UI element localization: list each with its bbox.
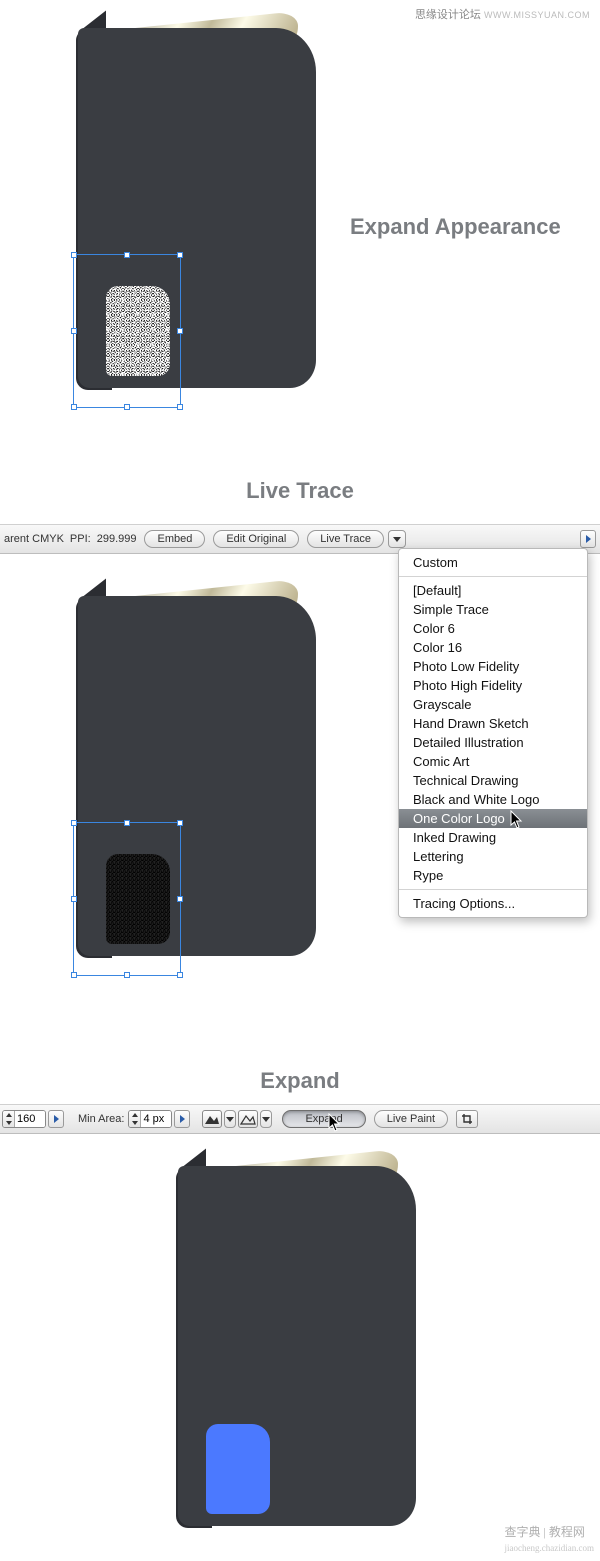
preset-photo-low[interactable]: Photo Low Fidelity [399, 657, 587, 676]
preset-detailed[interactable]: Detailed Illustration [399, 733, 587, 752]
live-paint-button[interactable]: Live Paint [374, 1110, 448, 1128]
selection-box[interactable] [73, 822, 181, 976]
step-2-title: Live Trace [0, 478, 600, 504]
live-trace-preset-dropdown[interactable] [388, 530, 406, 548]
crop-icon[interactable] [456, 1110, 478, 1128]
trace-preset-menu: Custom [Default] Simple Trace Color 6 Co… [398, 548, 588, 918]
top-watermark-text: 思缘设计论坛 [415, 9, 481, 21]
threshold-input[interactable] [15, 1111, 45, 1127]
bottom-watermark: 查字典 | 教程网 jiaocheng.chazidian.com [505, 1523, 594, 1555]
ppi-label: PPI: [70, 533, 91, 545]
threshold-stepper[interactable] [2, 1110, 46, 1128]
preview-vector-icon[interactable] [238, 1110, 258, 1128]
step-3-title: Expand [0, 1068, 600, 1094]
preset-custom[interactable]: Custom [399, 553, 587, 572]
threshold-flyout-icon[interactable] [48, 1110, 64, 1128]
preview-raster-dropdown[interactable] [224, 1110, 236, 1128]
embed-button[interactable]: Embed [144, 530, 205, 548]
tracing-options[interactable]: Tracing Options... [399, 894, 587, 913]
preset-one-color-logo[interactable]: One Color Logo [399, 809, 587, 828]
min-area-label: Min Area: [78, 1113, 124, 1125]
book-swatch-expanded[interactable] [206, 1424, 270, 1514]
preset-color-16[interactable]: Color 16 [399, 638, 587, 657]
bottom-watermark-url: jiaocheng.chazidian.com [505, 1543, 594, 1553]
min-area-stepper[interactable] [128, 1110, 172, 1128]
min-area-input[interactable] [141, 1111, 171, 1127]
stepper-arrows-icon[interactable] [3, 1110, 15, 1128]
bottom-watermark-text: 查字典 | 教程网 [505, 1525, 585, 1539]
preset-photo-high[interactable]: Photo High Fidelity [399, 676, 587, 695]
flyout-arrow-icon[interactable] [580, 530, 596, 548]
preset-simple-trace[interactable]: Simple Trace [399, 600, 587, 619]
ppi-value: 299.999 [97, 533, 137, 545]
preset-grayscale[interactable]: Grayscale [399, 695, 587, 714]
top-watermark: 思缘设计论坛 WWW.MISSYUAN.COM [415, 6, 590, 22]
preset-bw-logo[interactable]: Black and White Logo [399, 790, 587, 809]
top-watermark-url: WWW.MISSYUAN.COM [484, 10, 590, 20]
preset-comic-art[interactable]: Comic Art [399, 752, 587, 771]
preset-inked[interactable]: Inked Drawing [399, 828, 587, 847]
preset-rype[interactable]: Rype [399, 866, 587, 885]
expand-option-bar: Min Area: Expand Live Paint [0, 1104, 600, 1134]
preset-lettering[interactable]: Lettering [399, 847, 587, 866]
step-1-title: Expand Appearance [350, 214, 600, 240]
preview-raster-icon[interactable] [202, 1110, 222, 1128]
live-trace-button[interactable]: Live Trace [307, 530, 384, 548]
preview-vector-dropdown[interactable] [260, 1110, 272, 1128]
menu-separator [399, 576, 587, 577]
selection-box[interactable] [73, 254, 181, 408]
preset-color-6[interactable]: Color 6 [399, 619, 587, 638]
preset-default[interactable]: [Default] [399, 581, 587, 600]
preset-hand-drawn[interactable]: Hand Drawn Sketch [399, 714, 587, 733]
menu-separator [399, 889, 587, 890]
color-mode-label: arent CMYK [4, 533, 64, 545]
expand-button[interactable]: Expand [282, 1110, 365, 1128]
min-area-flyout-icon[interactable] [174, 1110, 190, 1128]
preset-technical[interactable]: Technical Drawing [399, 771, 587, 790]
stepper-arrows-icon[interactable] [129, 1110, 141, 1128]
edit-original-button[interactable]: Edit Original [213, 530, 299, 548]
